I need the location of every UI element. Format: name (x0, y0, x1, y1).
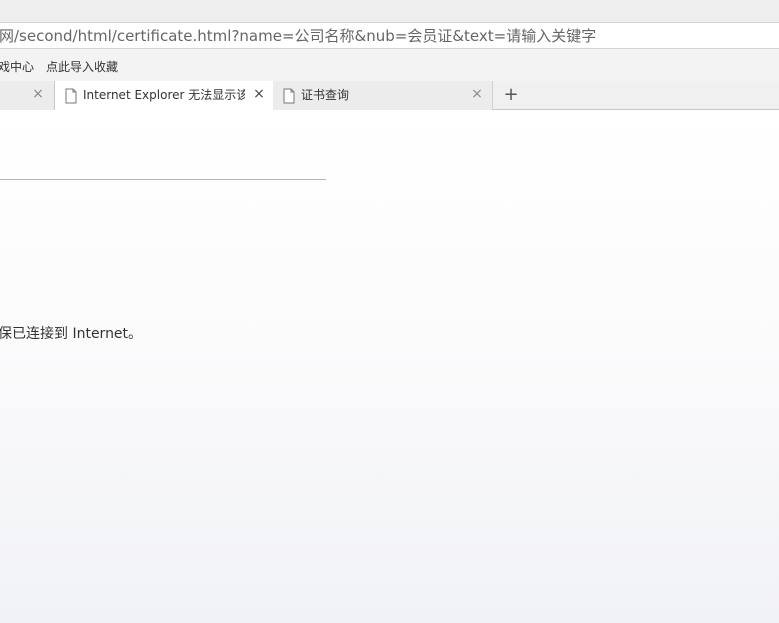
tab-3-title: 证书查询 (301, 88, 350, 102)
connection-message: 保已连接到 Internet。 (0, 326, 143, 342)
bookmark-game-center[interactable]: 戏中心 (0, 60, 34, 74)
title-strip (0, 0, 779, 22)
tab-1[interactable]: × (0, 81, 55, 110)
new-tab-plus-icon[interactable]: + (502, 85, 520, 105)
bookmarks-bar: 戏中心 点此导入收藏 (0, 49, 779, 81)
page-icon (65, 88, 77, 104)
tab-3[interactable]: 证书查询 × (273, 81, 493, 110)
tab-3-close-icon[interactable]: × (470, 87, 484, 101)
browser-window: 网/second/html/certificate.html?name=公司名称… (0, 0, 779, 623)
tab-2-title: Internet Explorer 无法显示该 (83, 88, 245, 102)
title-divider (0, 179, 326, 180)
bookmark-import-favorites[interactable]: 点此导入收藏 (46, 60, 118, 74)
address-bar[interactable]: 网/second/html/certificate.html?name=公司名称… (0, 22, 779, 49)
page-content: 保已连接到 Internet。 (0, 110, 779, 623)
tab-1-close-icon[interactable]: × (31, 87, 45, 101)
page-icon (283, 88, 295, 104)
tab-strip: × Internet Explorer 无法显示该 × 证书查询 × + (0, 81, 779, 110)
tab-2-active[interactable]: Internet Explorer 无法显示该 × (54, 81, 274, 110)
tab-2-close-icon[interactable]: × (252, 87, 266, 101)
url-text[interactable]: 网/second/html/certificate.html?name=公司名称… (0, 27, 596, 45)
